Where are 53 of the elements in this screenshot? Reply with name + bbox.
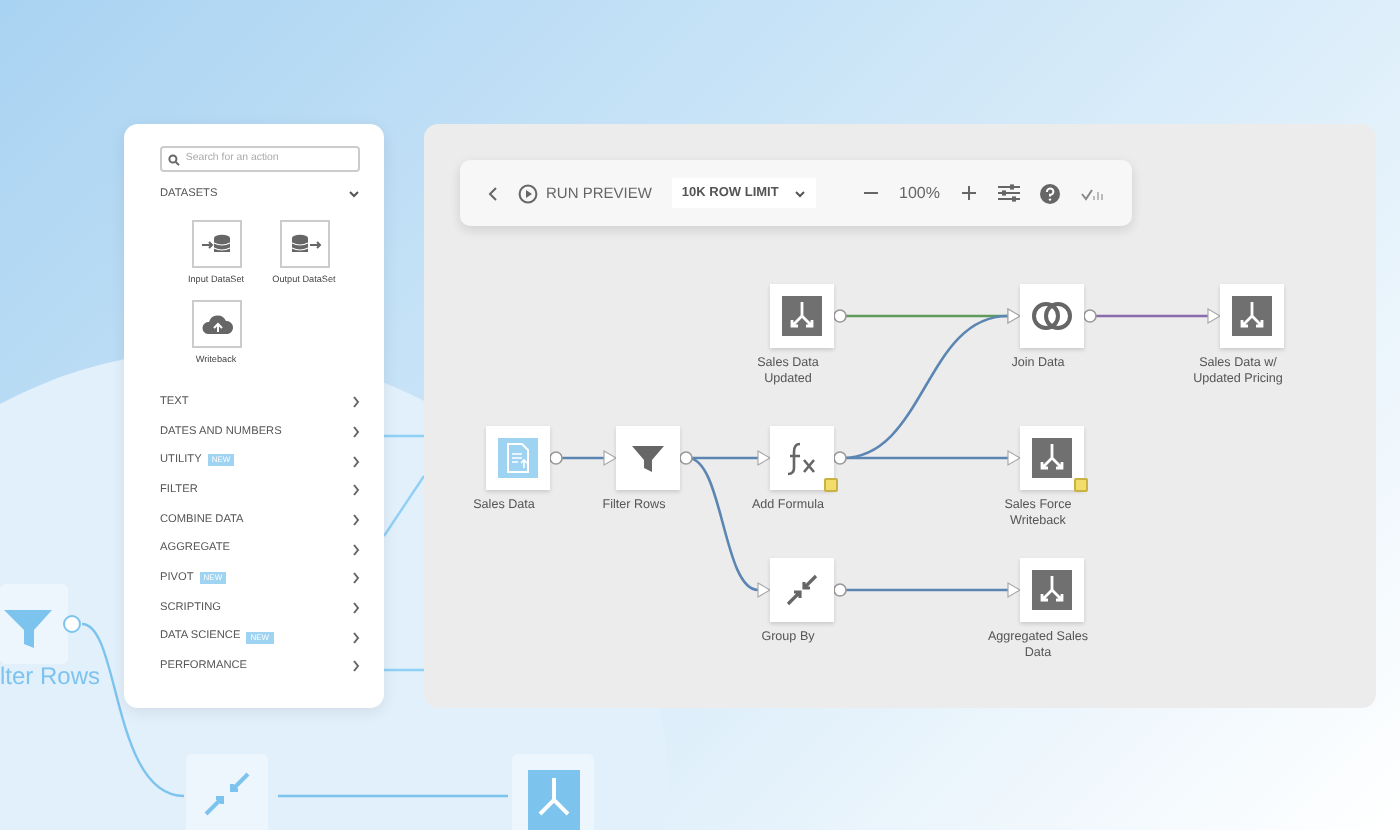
output-node[interactable] [1020,558,1084,622]
output-icon [1030,568,1074,612]
chevron-right-icon [352,513,360,526]
connector-line [383,475,425,537]
output-port[interactable] [549,451,563,465]
chart-button[interactable] [1080,185,1104,201]
database-icon [197,230,235,258]
output-icon [1230,294,1274,338]
help-button[interactable] [1040,183,1060,203]
chevron-right-icon [352,572,360,585]
cloud-upload-icon [197,309,235,338]
zoom-level: 100% [899,181,940,205]
dataset-tile[interactable] [191,299,241,348]
connector-line [384,434,424,438]
help-icon [1040,183,1060,203]
dataset-tile[interactable] [279,220,329,268]
output-port[interactable] [833,451,847,465]
document-icon [496,436,540,480]
node-label: lter Rows [0,662,101,690]
chevron-right-icon [352,601,360,614]
chevron-right-icon [352,396,360,409]
filter-node[interactable] [616,426,680,490]
zoom-in-button[interactable] [960,184,978,202]
group-node[interactable] [770,558,834,622]
chevron-right-icon [352,484,360,497]
chevron-right-icon [352,455,360,467]
output-node[interactable] [1020,426,1084,490]
output-icon [1030,436,1074,480]
output-port[interactable] [833,309,847,323]
output-port[interactable] [679,451,693,465]
chevron-left-icon [488,185,498,201]
dataset-node[interactable] [486,426,550,490]
connector-line [384,668,424,672]
formula-node[interactable] [770,426,834,490]
settings-button[interactable] [998,184,1020,202]
chevron-down-icon [794,189,807,197]
play-icon [518,183,538,203]
chevron-right-icon [352,660,360,673]
output-port[interactable] [833,583,847,597]
chevron-right-icon [352,543,360,556]
chevron-right-icon [352,425,360,438]
output-port[interactable] [1083,309,1097,323]
dataset-tile[interactable] [191,220,241,268]
chart-icon [1080,185,1104,201]
output-node[interactable] [770,284,834,348]
plus-icon [960,184,978,202]
chevron-right-icon [352,631,360,644]
back-button[interactable] [488,185,498,201]
output-icon [780,294,824,338]
join-node[interactable] [1020,284,1084,348]
sliders-icon [998,184,1020,202]
search-icon [168,153,180,165]
output-node[interactable] [1220,284,1284,348]
